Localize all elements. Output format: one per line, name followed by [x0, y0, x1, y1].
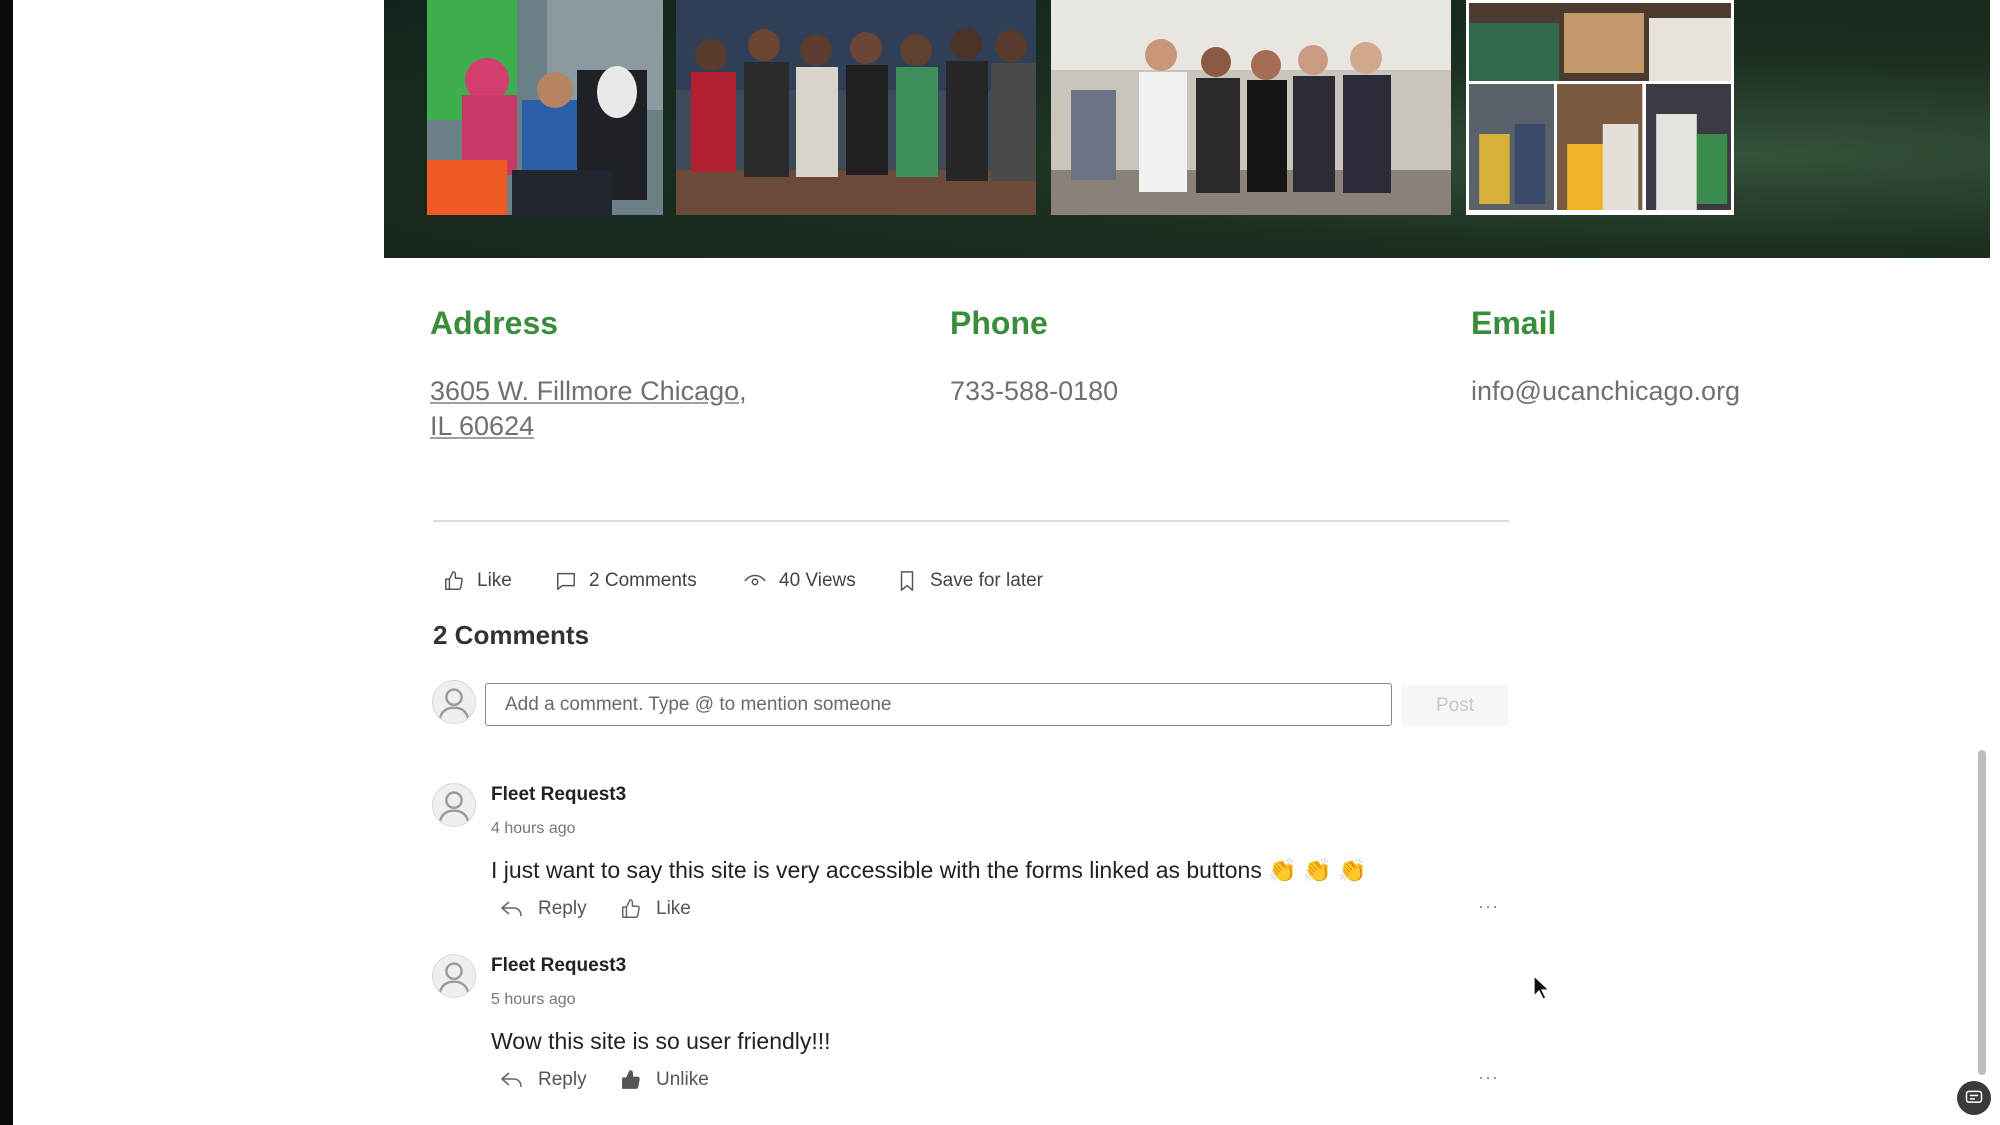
eye-icon	[744, 574, 766, 586]
save-for-later-label: Save for later	[930, 570, 1043, 591]
comments-count-label: 2 Comments	[589, 570, 697, 591]
comment-actions: Reply Like	[500, 898, 691, 920]
address-link[interactable]: 3605 W. Fillmore Chicago, IL 60624	[430, 374, 790, 444]
section-divider	[433, 520, 1509, 522]
like-post-label: Like	[477, 570, 512, 591]
mouse-cursor-icon	[1533, 975, 1551, 1000]
user-avatar-icon	[433, 784, 475, 826]
comments-heading: 2 Comments	[433, 620, 590, 650]
save-for-later-button[interactable]: Save for later	[896, 569, 1043, 593]
comments-count-button[interactable]: 2 Comments	[555, 570, 743, 592]
reply-label: Reply	[538, 898, 587, 919]
comment-author[interactable]: Fleet Request3	[491, 784, 626, 806]
reply-button[interactable]: Reply	[500, 898, 620, 920]
user-avatar-icon	[433, 955, 475, 997]
chat-button[interactable]	[1957, 1081, 1991, 1115]
views-count: 40 Views	[743, 570, 896, 592]
thumbs-up-filled-icon	[622, 1070, 640, 1089]
comment-timestamp: 5 hours ago	[491, 991, 576, 1008]
reply-button[interactable]: Reply	[500, 1069, 620, 1091]
like-comment-label: Like	[656, 898, 691, 919]
comment-more-options-button[interactable]: ···	[1478, 896, 1499, 917]
bookmark-icon	[900, 571, 914, 591]
page-scrollbar[interactable]	[1978, 750, 1986, 1075]
commenter-avatar[interactable]	[432, 783, 476, 827]
comment-input[interactable]	[485, 683, 1392, 726]
thumbs-up-icon	[445, 571, 463, 590]
photo-group-office	[1051, 0, 1451, 215]
comment-text: Wow this site is so user friendly!!!	[491, 1028, 831, 1054]
window-edge-left	[0, 0, 13, 1125]
thumbs-up-icon	[622, 899, 640, 918]
reply-label: Reply	[538, 1069, 587, 1090]
like-post-button[interactable]: Like	[443, 570, 555, 592]
post-action-bar: Like 2 Comments 40 Views Save for later	[443, 568, 1043, 594]
photo-collage-community	[1466, 0, 1734, 215]
photo-children-event	[427, 0, 663, 215]
user-avatar-icon	[433, 681, 475, 723]
phone-number: 733-588-0180	[950, 376, 1119, 406]
reply-icon	[501, 1072, 522, 1088]
reply-icon	[501, 901, 522, 917]
contact-email: Email info@ucanchicago.org	[1471, 305, 1740, 409]
chat-icon	[1965, 1090, 1983, 1103]
phone-heading: Phone	[950, 305, 1048, 341]
address-heading: Address	[430, 305, 559, 341]
email-address: info@ucanchicago.org	[1471, 376, 1741, 406]
unlike-comment-label: Unlike	[656, 1069, 709, 1090]
contact-address: Address 3605 W. Fillmore Chicago, IL 606…	[430, 305, 790, 444]
address-line1[interactable]: 3605 W. Fillmore Chicago,	[430, 376, 747, 406]
current-user-avatar	[432, 680, 476, 724]
comment-icon	[557, 572, 575, 590]
contact-phone: Phone 733-588-0180	[950, 305, 1118, 409]
post-comment-button[interactable]: Post	[1402, 685, 1508, 726]
comment-more-options-button[interactable]: ···	[1478, 1067, 1499, 1088]
photo-group-formal	[676, 0, 1036, 215]
unlike-comment-button[interactable]: Unlike	[620, 1069, 709, 1091]
comment-timestamp: 4 hours ago	[491, 820, 576, 837]
commenter-avatar[interactable]	[432, 954, 476, 998]
comment-text: I just want to say this site is very acc…	[491, 857, 1367, 883]
comment-actions: Reply Unlike	[500, 1069, 709, 1091]
views-count-label: 40 Views	[779, 570, 856, 591]
comment-author[interactable]: Fleet Request3	[491, 955, 626, 977]
address-line2[interactable]: IL 60624	[430, 411, 534, 441]
like-comment-button[interactable]: Like	[620, 898, 691, 920]
email-heading: Email	[1471, 305, 1557, 341]
